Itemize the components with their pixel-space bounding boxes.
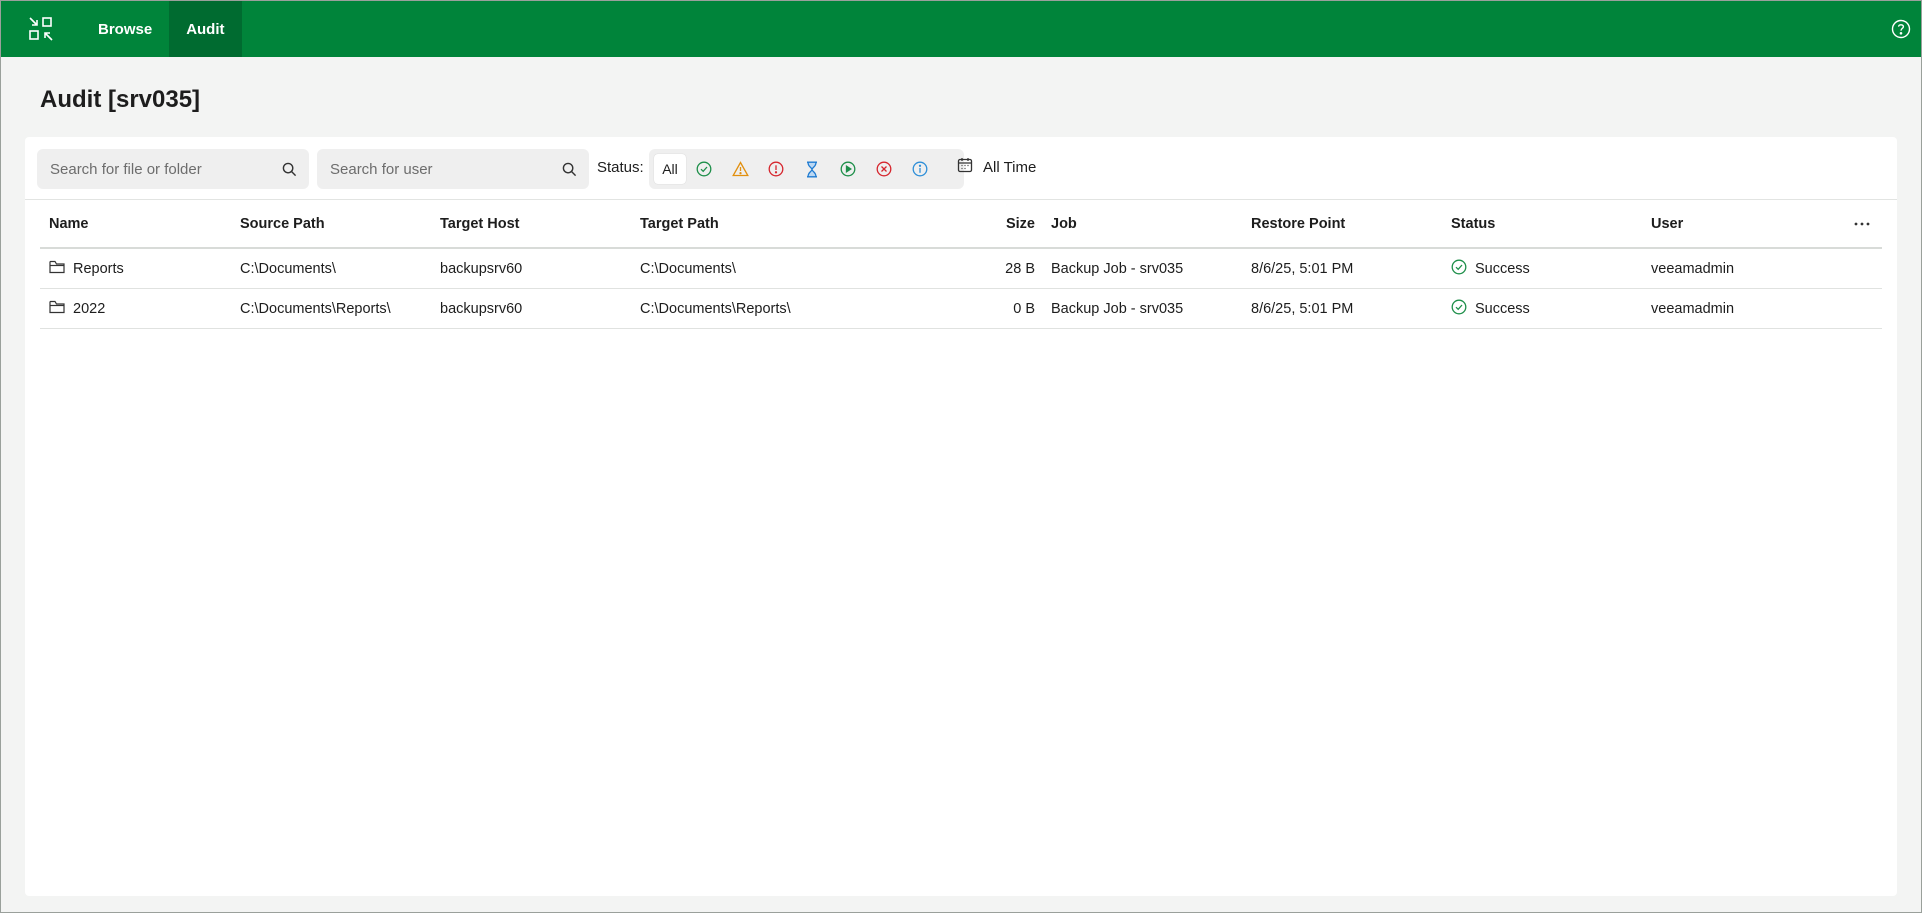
row-name: Reports	[73, 260, 124, 277]
page-title: Audit [srv035]	[40, 86, 201, 113]
pending-icon[interactable]	[794, 154, 830, 184]
tab-audit[interactable]: Audit	[169, 1, 242, 57]
success-icon[interactable]	[686, 154, 722, 184]
search-icon[interactable]	[269, 162, 309, 177]
info-icon[interactable]	[902, 154, 938, 184]
column-header-source-path[interactable]: Source Path	[240, 216, 440, 232]
row-target-path: C:\Documents\	[640, 260, 736, 277]
row-name: 2022	[73, 300, 106, 317]
folder-icon	[49, 260, 65, 278]
row-job: Backup Job - srv035	[1051, 300, 1184, 317]
folder-icon	[49, 300, 65, 318]
status-filter-group: All	[649, 149, 964, 189]
row-source-path: C:\Documents\Reports\	[240, 300, 391, 317]
status-filter-all[interactable]: All	[654, 154, 686, 184]
tab-browse[interactable]: Browse	[81, 1, 169, 57]
column-header-target-host[interactable]: Target Host	[440, 216, 640, 232]
user-search-box	[317, 149, 589, 189]
table-row[interactable]: Reports C:\Documents\ backupsrv60 C:\Doc…	[40, 249, 1882, 289]
audit-table: Name Source Path Target Host Target Path…	[40, 200, 1882, 329]
row-target-host: backupsrv60	[440, 300, 523, 317]
column-header-restore-point[interactable]: Restore Point	[1237, 216, 1437, 232]
failed-icon[interactable]	[866, 154, 902, 184]
row-source-path: C:\Documents\	[240, 260, 336, 277]
column-header-name[interactable]: Name	[40, 216, 240, 232]
error-icon[interactable]	[758, 154, 794, 184]
row-status: Success	[1475, 300, 1530, 317]
top-nav-bar: Browse Audit	[1, 1, 1921, 57]
calendar-icon	[957, 157, 973, 177]
table-row[interactable]: 2022 C:\Documents\Reports\ backupsrv60 C…	[40, 289, 1882, 329]
filter-toolbar: Status: All	[25, 137, 1897, 200]
row-job: Backup Job - srv035	[1051, 260, 1184, 277]
column-header-user[interactable]: User	[1637, 216, 1837, 232]
row-restore-point: 8/6/25, 5:01 PM	[1251, 300, 1354, 317]
row-user: veeamadmin	[1651, 300, 1735, 317]
running-icon[interactable]	[830, 154, 866, 184]
row-user: veeamadmin	[1651, 260, 1735, 277]
row-size: 0 B	[1013, 300, 1035, 317]
more-options-icon[interactable]	[1850, 214, 1874, 234]
warning-icon[interactable]	[722, 154, 758, 184]
date-range-label: All Time	[983, 158, 1037, 176]
table-header: Name Source Path Target Host Target Path…	[40, 200, 1882, 249]
row-target-host: backupsrv60	[440, 260, 523, 277]
row-status: Success	[1475, 260, 1530, 277]
app-logo-icon[interactable]	[1, 1, 81, 57]
file-search-input[interactable]	[37, 160, 269, 178]
search-icon[interactable]	[549, 162, 589, 177]
row-size: 28 B	[1005, 260, 1035, 277]
success-icon	[1451, 259, 1467, 279]
file-search-box	[37, 149, 309, 189]
date-range-filter[interactable]: All Time	[957, 157, 1036, 177]
user-search-input[interactable]	[317, 160, 549, 178]
help-circle-icon[interactable]	[1889, 17, 1913, 41]
row-restore-point: 8/6/25, 5:01 PM	[1251, 260, 1354, 277]
audit-card: Status: All	[25, 137, 1897, 896]
column-header-target-path[interactable]: Target Path	[640, 216, 840, 232]
success-icon	[1451, 299, 1467, 319]
row-target-path: C:\Documents\Reports\	[640, 300, 791, 317]
status-filter-label: Status:	[597, 159, 644, 176]
column-header-status[interactable]: Status	[1437, 216, 1637, 232]
column-header-job[interactable]: Job	[1037, 216, 1237, 232]
column-header-size[interactable]: Size	[840, 216, 1037, 232]
